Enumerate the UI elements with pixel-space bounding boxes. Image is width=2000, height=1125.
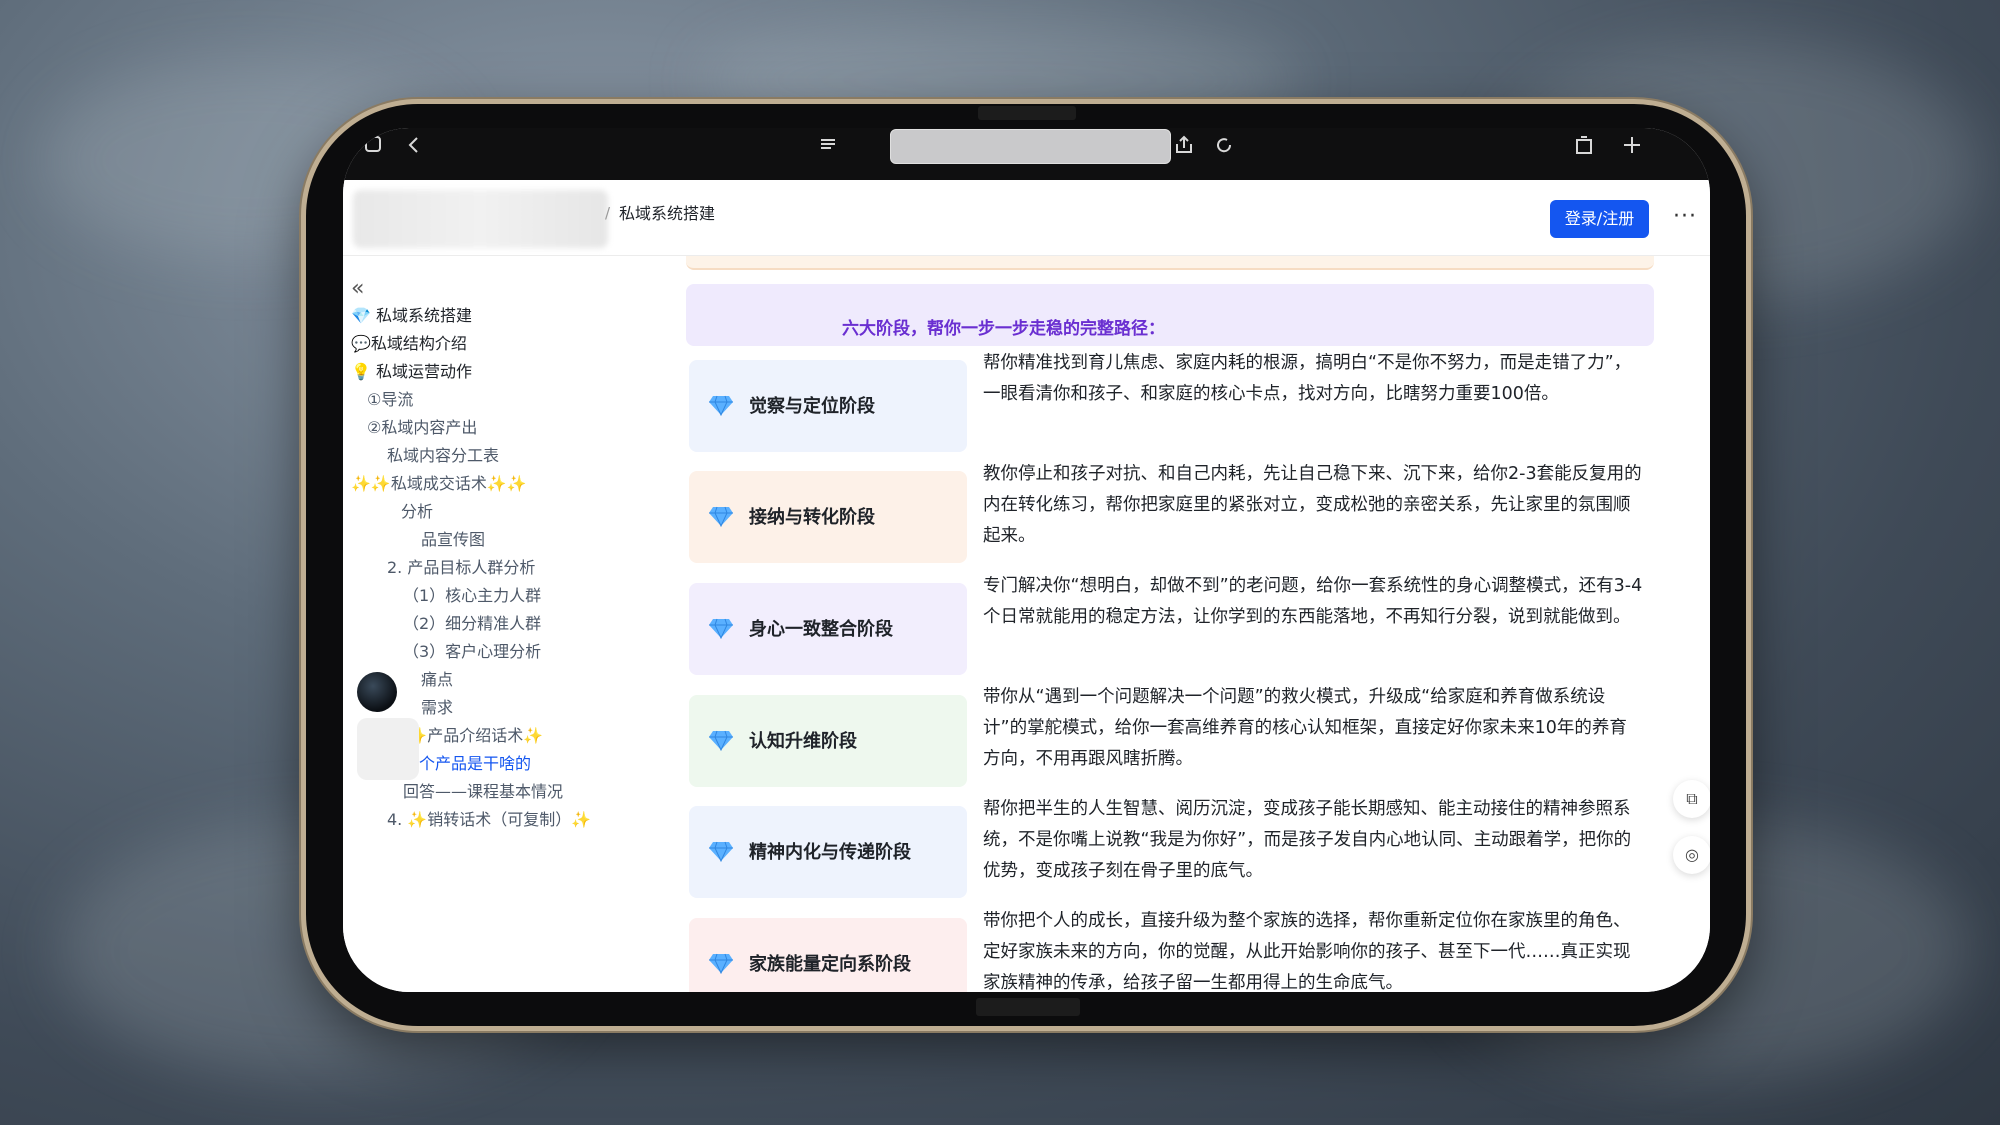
sidebar-item[interactable]: 痛点	[421, 666, 453, 690]
stage-card: 精神内化与传递阶段	[689, 806, 967, 898]
sidebar-item[interactable]: ①导流	[367, 386, 413, 410]
stage-title: 身心一致整合阶段	[749, 619, 893, 640]
tabs-icon[interactable]	[363, 134, 383, 159]
callout-block-edge	[686, 256, 1654, 270]
comment-icon[interactable]: ◎	[1673, 836, 1710, 874]
sidebar-item[interactable]: 需求	[421, 694, 453, 718]
stage-description: 带你把个人的成长，直接升级为整个家族的选择，帮你重新定位你在家族里的角色、定好家…	[983, 911, 1631, 992]
sidebar-item[interactable]: ②私域内容产出	[367, 414, 477, 438]
stage-description: 专门解决你“想明白，却做不到”的老问题，给你一套系统性的身心调整模式，还有3-4…	[983, 576, 1643, 627]
sidebar-item[interactable]: （3）客户心理分析	[403, 638, 541, 662]
browser-toolbar	[343, 128, 1710, 180]
more-options-button[interactable]: ···	[1673, 204, 1697, 229]
device-screen: / 私域系统搭建 登录/注册 ··· « 💎 私域系统搭建 💬私域结构介绍 💡 …	[343, 128, 1710, 992]
device-hinge-bottom	[976, 998, 1080, 1016]
sidebar-outline: « 💎 私域系统搭建 💬私域结构介绍 💡 私域运营动作 ①导流 ②私域内容产出 …	[343, 256, 653, 992]
stage-title: 家族能量定向系阶段	[749, 954, 911, 975]
diamond-icon	[709, 840, 733, 863]
login-register-button[interactable]: 登录/注册	[1550, 200, 1649, 238]
collapse-sidebar-icon[interactable]: «	[351, 276, 364, 301]
sidebar-item[interactable]: 2. 产品目标人群分析	[387, 554, 535, 578]
stage-card: 身心一致整合阶段	[689, 583, 967, 675]
sidebar-item[interactable]: 私域内容分工表	[387, 442, 499, 466]
assistant-avatar[interactable]	[357, 672, 397, 712]
stage-description: 教你停止和孩子对抗、和自己内耗，先让自己稳下来、沉下来，给你2-3套能反复用的内…	[983, 464, 1642, 546]
page-header: / 私域系统搭建 登录/注册 ···	[343, 180, 1710, 256]
stage-description: 帮你把半生的人生智慧、阅历沉淀，变成孩子能长期感知、能主动接住的精神参照系统，不…	[983, 799, 1632, 881]
stage-card: 认知升维阶段	[689, 695, 967, 787]
breadcrumb-separator: /	[605, 204, 611, 222]
stage-description: 帮你精准找到育儿焦虑、家庭内耗的根源，搞明白“不是你不努力，而是走错了力”，一眼…	[983, 353, 1632, 404]
document-content: 六大阶段，帮你一步一步走稳的完整路径： 觉察与定位阶段 帮你精准找到育儿焦虑、家庭…	[663, 256, 1710, 992]
copy-icon[interactable]: ⧉	[1673, 780, 1710, 818]
device-hinge-top	[978, 106, 1076, 120]
floating-panel[interactable]	[357, 718, 419, 780]
intro-callout: 六大阶段，帮你一步一步走稳的完整路径：	[686, 284, 1654, 346]
new-tab-icon[interactable]	[1621, 134, 1643, 161]
diamond-icon	[709, 394, 733, 417]
share-icon[interactable]	[1173, 134, 1195, 161]
stage-title: 接纳与转化阶段	[749, 507, 875, 528]
bookmark-icon[interactable]	[1573, 134, 1595, 161]
sidebar-item[interactable]: 品宣传图	[421, 526, 485, 550]
diamond-icon	[709, 617, 733, 640]
stage-title: 精神内化与传递阶段	[749, 842, 911, 863]
address-bar[interactable]	[890, 129, 1171, 164]
stage-title: 觉察与定位阶段	[749, 396, 875, 417]
menu-icon[interactable]	[818, 134, 838, 159]
stage-card: 接纳与转化阶段	[689, 471, 967, 563]
back-icon[interactable]	[403, 134, 425, 161]
intro-heading: 六大阶段，帮你一步一步走稳的完整路径：	[842, 319, 1165, 339]
sidebar-item[interactable]: 💎 私域系统搭建	[351, 302, 472, 326]
site-logo[interactable]	[353, 190, 608, 248]
sidebar-item[interactable]: 分析	[401, 498, 433, 522]
breadcrumb[interactable]: 私域系统搭建	[619, 200, 715, 224]
stage-card: 觉察与定位阶段	[689, 360, 967, 452]
sidebar-item[interactable]: （1）核心主力人群	[403, 582, 541, 606]
sidebar-item[interactable]: 回答——课程基本情况	[403, 778, 563, 802]
diamond-icon	[709, 952, 733, 975]
reload-icon[interactable]	[1213, 134, 1235, 161]
stage-card: 家族能量定向系阶段	[689, 918, 967, 992]
stage-description: 带你从“遇到一个问题解决一个问题”的救火模式，升级成“给家庭和养育做系统设计”的…	[983, 687, 1627, 769]
sidebar-item[interactable]: （2）细分精准人群	[403, 610, 541, 634]
diamond-icon	[709, 729, 733, 752]
stage-title: 认知升维阶段	[749, 731, 857, 752]
sidebar-item[interactable]: 💬私域结构介绍	[351, 330, 467, 354]
sidebar-item[interactable]: 💡 私域运营动作	[351, 358, 472, 382]
sidebar-item-active[interactable]: 这个产品是干啥的	[403, 750, 531, 774]
diamond-icon	[709, 505, 733, 528]
sidebar-item[interactable]: 4. ✨销转话术（可复制）✨	[387, 806, 591, 830]
sidebar-item[interactable]: ✨✨私域成交话术✨✨	[351, 470, 527, 494]
